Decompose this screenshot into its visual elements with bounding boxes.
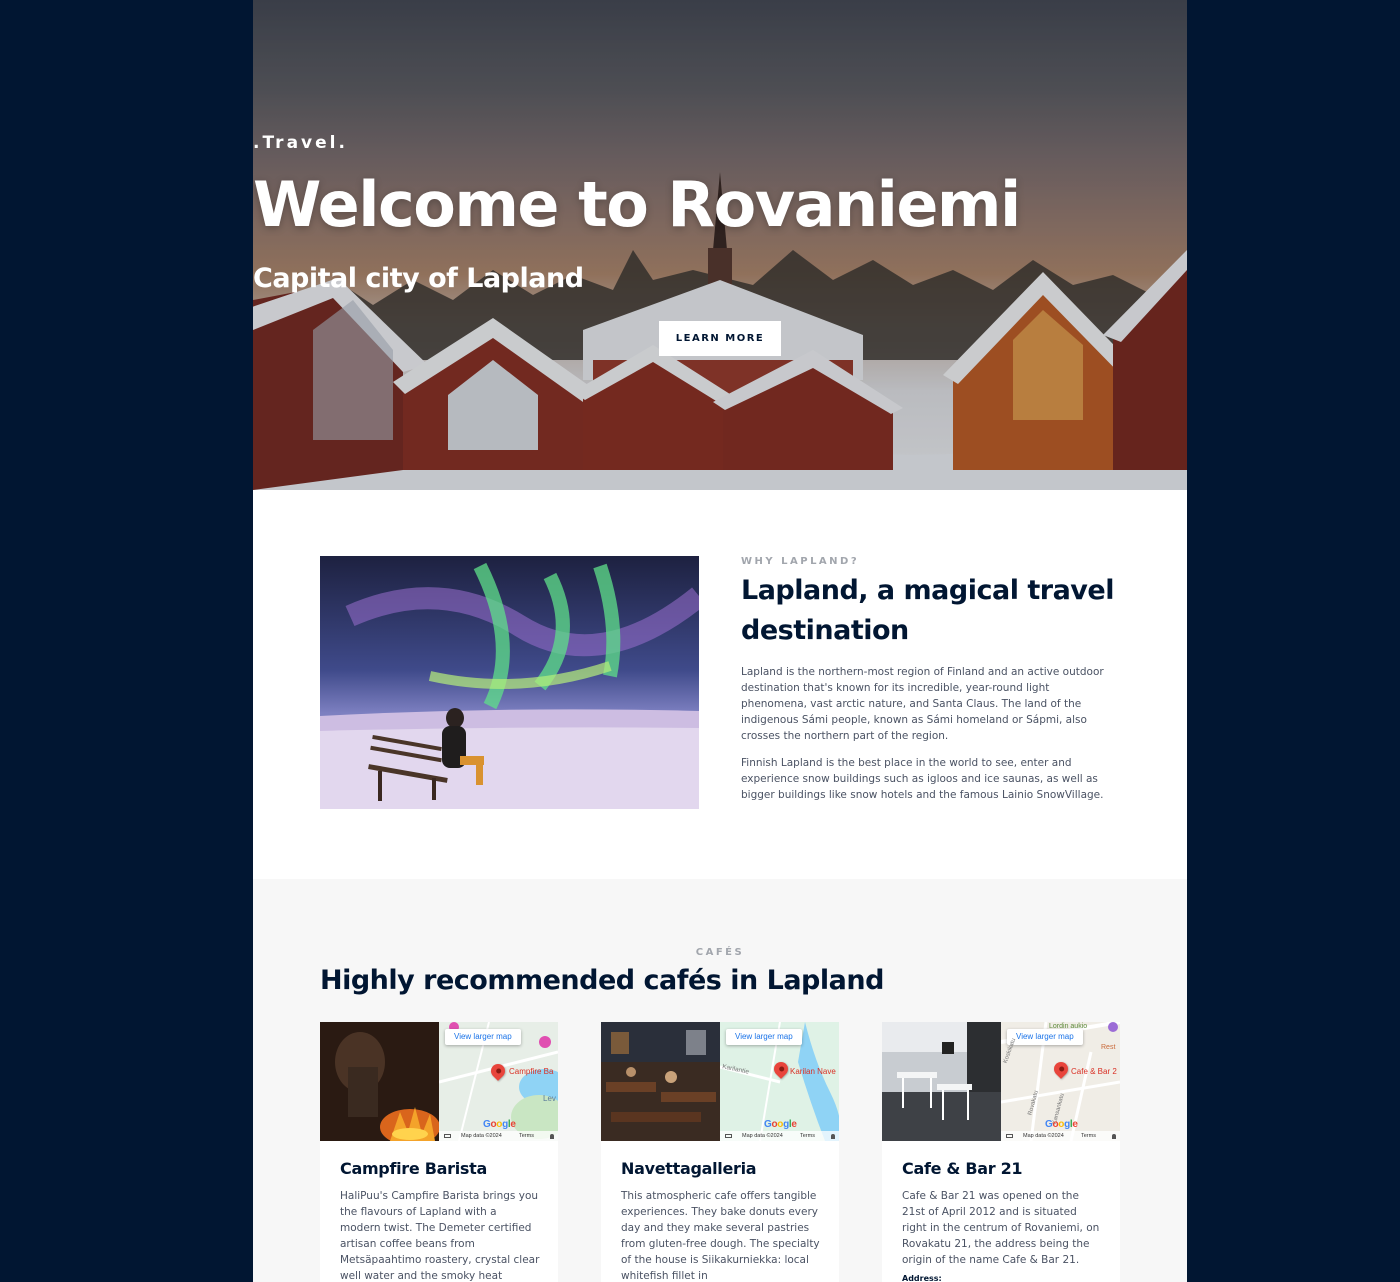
map-place-label: Campfire Ba xyxy=(509,1067,554,1076)
cafe-media: View larger map Lordin aukio Rest Cafe &… xyxy=(882,1022,1120,1141)
keyboard-icon[interactable] xyxy=(725,1134,732,1138)
cafe-body: Cafe & Bar 21 Cafe & Bar 21 was opened o… xyxy=(902,1159,1102,1282)
view-larger-map-button[interactable]: View larger map xyxy=(1007,1029,1083,1045)
cafe-map[interactable]: View larger map Karilan Nave Karilantie … xyxy=(720,1022,839,1141)
keyboard-icon[interactable] xyxy=(444,1134,451,1138)
map-terms-link[interactable]: Terms xyxy=(519,1131,534,1141)
about-paragraph: Finnish Lapland is the best place in the… xyxy=(741,757,1104,801)
map-place-label: Karilan Nave xyxy=(790,1067,836,1076)
cafe-body: Campfire Barista HaliPuu's Campfire Bari… xyxy=(340,1159,540,1282)
map-terms-link[interactable]: Terms xyxy=(1081,1131,1096,1141)
hero-tag: .Travel. xyxy=(253,133,348,153)
cafe-card: View larger map Karilan Nave Karilantie … xyxy=(601,1022,839,1282)
pegman-icon[interactable] xyxy=(550,1134,554,1139)
cafe-photo xyxy=(601,1022,720,1141)
about-title: Lapland, a magical travel destination xyxy=(741,575,1114,646)
aurora-image xyxy=(320,556,699,809)
hero-title: Welcome to Rovaniemi xyxy=(253,168,1021,241)
cafes-section: CAFÉS Highly recommended cafés in Laplan… xyxy=(253,879,1187,1282)
map-footer: Map data ©2024 Terms xyxy=(439,1131,558,1141)
cafe-name: Cafe & Bar 21 xyxy=(902,1159,1023,1178)
map-place-label: Rest xyxy=(1101,1044,1116,1051)
map-place-label: Lev xyxy=(543,1094,556,1103)
cafe-description: This atmospheric cafe offers tangible ex… xyxy=(621,1190,820,1282)
map-data-label: Map data ©2024 xyxy=(742,1133,783,1139)
google-logo: Google xyxy=(1045,1119,1078,1130)
cafe-card: View larger map Campfire Ba Lev Google M… xyxy=(320,1022,558,1282)
about-eyebrow: WHY LAPLAND? xyxy=(741,556,860,567)
cafe-photo xyxy=(882,1022,1001,1141)
view-larger-map-button[interactable]: View larger map xyxy=(445,1029,521,1045)
google-logo: Google xyxy=(483,1119,516,1130)
hero-subtitle: Capital city of Lapland xyxy=(253,263,584,294)
cafe-map[interactable]: View larger map Lordin aukio Rest Cafe &… xyxy=(1001,1022,1120,1141)
learn-more-button[interactable]: LEARN MORE xyxy=(659,321,781,356)
hero-background-image xyxy=(253,0,1187,490)
cafe-name: Navettagalleria xyxy=(621,1159,757,1178)
page: .Travel. Welcome to Rovaniemi Capital ci… xyxy=(253,0,1187,1282)
about-section: WHY LAPLAND? Lapland, a magical travel d… xyxy=(253,490,1187,879)
cafes-title: Highly recommended cafés in Lapland xyxy=(320,965,884,996)
keyboard-icon[interactable] xyxy=(1006,1134,1013,1138)
google-logo: Google xyxy=(764,1119,797,1130)
map-data-label: Map data ©2024 xyxy=(1023,1133,1064,1139)
cafe-name: Campfire Barista xyxy=(340,1159,487,1178)
cafe-address-label: Address: xyxy=(902,1274,942,1282)
about-text: WHY LAPLAND? Lapland, a magical travel d… xyxy=(741,556,1117,803)
view-larger-map-button[interactable]: View larger map xyxy=(726,1029,802,1045)
cafe-body: Navettagalleria This atmospheric cafe of… xyxy=(621,1159,821,1282)
map-place-label: Lordin aukio xyxy=(1049,1023,1088,1030)
map-data-label: Map data ©2024 xyxy=(461,1133,502,1139)
map-place-label: Cafe & Bar 2 xyxy=(1071,1067,1117,1076)
map-footer: Map data ©2024 Terms xyxy=(1001,1131,1120,1141)
cafe-media: View larger map Karilan Nave Karilantie … xyxy=(601,1022,839,1141)
cafe-media: View larger map Campfire Ba Lev Google M… xyxy=(320,1022,558,1141)
pegman-icon[interactable] xyxy=(831,1134,835,1139)
cafe-map[interactable]: View larger map Campfire Ba Lev Google M… xyxy=(439,1022,558,1141)
cafe-card: View larger map Lordin aukio Rest Cafe &… xyxy=(882,1022,1120,1282)
cafe-description: Cafe & Bar 21 was opened on the 21st of … xyxy=(902,1190,1100,1266)
map-terms-link[interactable]: Terms xyxy=(800,1131,815,1141)
about-paragraph: Lapland is the northern-most region of F… xyxy=(741,666,1104,742)
hero-section: .Travel. Welcome to Rovaniemi Capital ci… xyxy=(253,0,1187,490)
cafes-eyebrow: CAFÉS xyxy=(695,947,745,958)
map-footer: Map data ©2024 Terms xyxy=(720,1131,839,1141)
cafe-photo xyxy=(320,1022,439,1141)
pegman-icon[interactable] xyxy=(1112,1134,1116,1139)
cafe-description: HaliPuu's Campfire Barista brings you th… xyxy=(340,1190,540,1282)
